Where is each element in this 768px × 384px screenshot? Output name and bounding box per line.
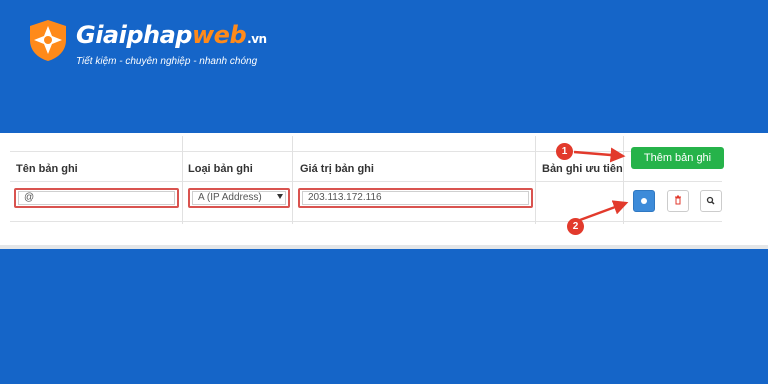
annotation-arrows bbox=[573, 147, 629, 222]
arrow-to-add-button bbox=[573, 147, 626, 163]
step-marker-1: 1 bbox=[556, 143, 573, 160]
arrow-to-save-button bbox=[579, 200, 629, 222]
step-marker-2: 2 bbox=[567, 218, 584, 235]
